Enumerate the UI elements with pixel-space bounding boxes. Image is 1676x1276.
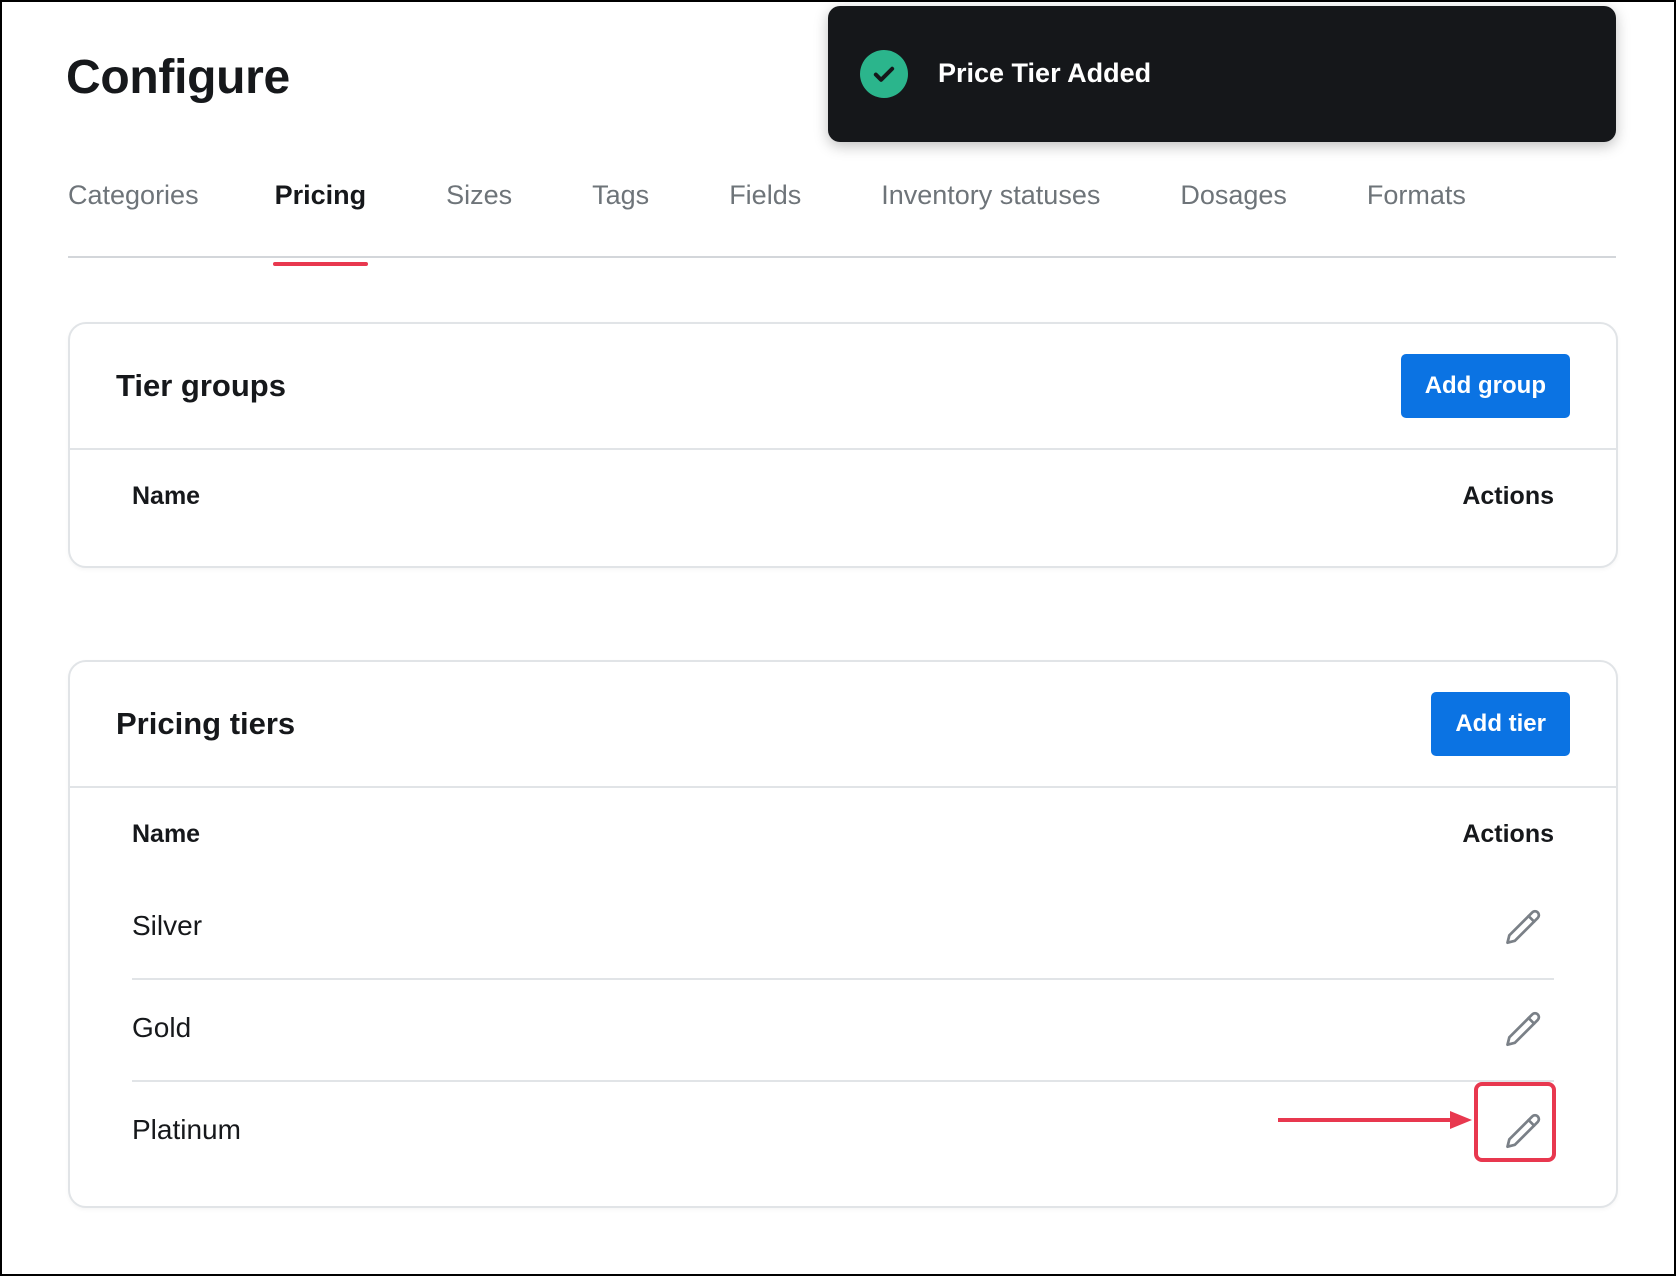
tier-name: Platinum bbox=[132, 1114, 241, 1145]
tier-groups-table-header: Name Actions bbox=[70, 450, 1616, 540]
success-toast: Price Tier Added bbox=[828, 6, 1616, 142]
tier-name: Gold bbox=[132, 1012, 192, 1043]
tab-sizes[interactable]: Sizes bbox=[446, 170, 512, 254]
pricing-tiers-table-header: Name Actions bbox=[70, 788, 1616, 878]
tab-dosages[interactable]: Dosages bbox=[1180, 170, 1287, 254]
table-row: Silver bbox=[132, 878, 1554, 980]
pencil-icon bbox=[1506, 909, 1541, 945]
config-tabs: Categories Pricing Sizes Tags Fields Inv… bbox=[68, 170, 1616, 266]
column-header-name: Name bbox=[132, 482, 201, 510]
edit-tier-button[interactable] bbox=[1494, 898, 1554, 958]
tier-name: Silver bbox=[132, 910, 203, 941]
pricing-tiers-title: Pricing tiers bbox=[116, 706, 296, 741]
add-group-button[interactable]: Add group bbox=[1400, 354, 1570, 418]
annotation-highlight-box bbox=[1474, 1082, 1556, 1162]
add-tier-button[interactable]: Add tier bbox=[1431, 692, 1570, 756]
tab-fields[interactable]: Fields bbox=[729, 170, 801, 254]
tab-categories[interactable]: Categories bbox=[68, 170, 199, 254]
tab-formats[interactable]: Formats bbox=[1367, 170, 1466, 254]
tab-tags[interactable]: Tags bbox=[592, 170, 649, 254]
table-row: Gold bbox=[132, 980, 1554, 1082]
page-title: Configure bbox=[66, 51, 290, 104]
pricing-tiers-header: Pricing tiers Add tier bbox=[70, 662, 1616, 788]
tier-groups-title: Tier groups bbox=[116, 368, 286, 403]
column-header-actions: Actions bbox=[1462, 482, 1554, 510]
toast-message: Price Tier Added bbox=[938, 58, 1152, 88]
tab-pricing[interactable]: Pricing bbox=[272, 170, 368, 266]
tier-groups-card: Tier groups Add group Name Actions bbox=[68, 322, 1618, 568]
pricing-tiers-list: Silver Gold Platinum bbox=[70, 878, 1616, 1182]
table-row: Platinum bbox=[132, 1082, 1554, 1182]
tab-inventory-statuses[interactable]: Inventory statuses bbox=[881, 170, 1100, 254]
annotation-arrow bbox=[1278, 1111, 1472, 1129]
check-circle-icon bbox=[860, 50, 908, 98]
column-header-actions: Actions bbox=[1462, 820, 1554, 848]
tier-groups-header: Tier groups Add group bbox=[70, 324, 1616, 450]
app-frame: Configure Categories Pricing Sizes Tags … bbox=[0, 0, 1676, 1276]
edit-tier-button[interactable] bbox=[1494, 1000, 1554, 1060]
pencil-icon bbox=[1506, 1011, 1541, 1047]
column-header-name: Name bbox=[132, 820, 201, 848]
